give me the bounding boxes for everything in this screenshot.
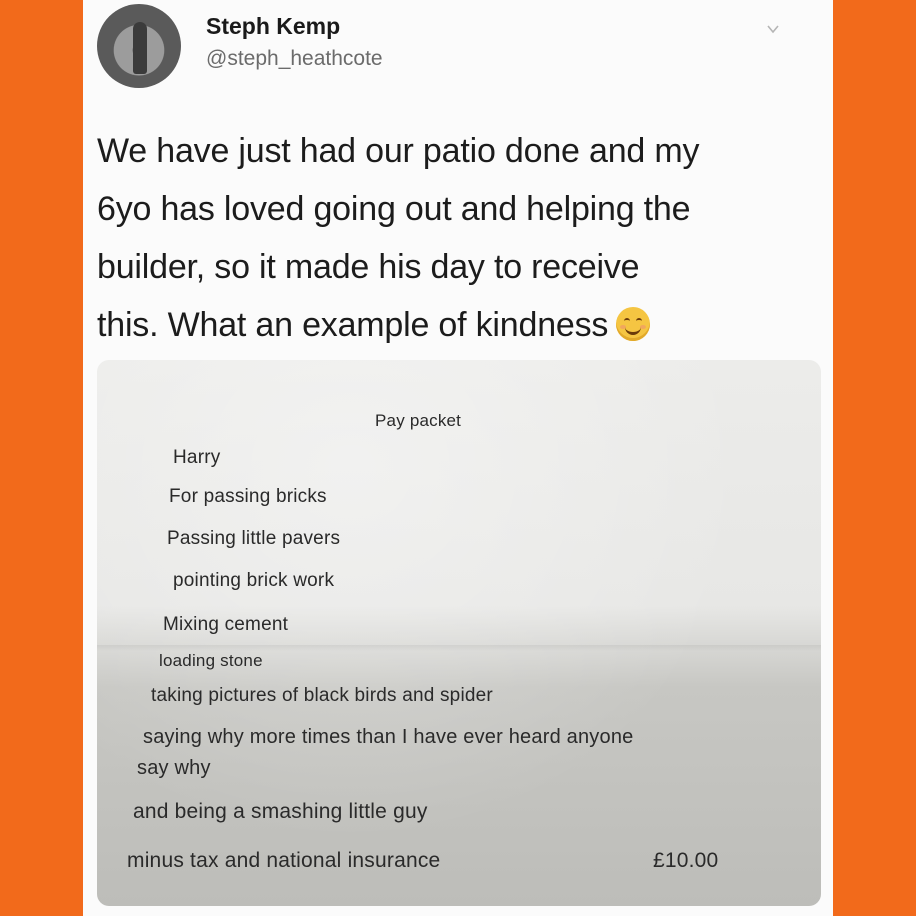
tweet-line-last: this. What an example of kindness [97,296,817,354]
note-line: minus tax and national insurance [127,849,441,872]
note-line: saying why more times than I have ever h… [143,726,634,748]
tweet-line: We have just had our patio done and my [97,132,700,170]
note-line: For passing bricks [169,486,327,507]
chevron-down-icon[interactable] [766,22,780,36]
note-amount: £10.00 [653,849,719,872]
note-line: pointing brick work [173,570,335,591]
tweet-line: builder, so it made his day to receive [97,248,640,286]
note-line: loading stone [159,651,263,670]
note-line: Harry [173,447,221,468]
note-line: Mixing cement [163,614,289,635]
tweet-line: 6yo has loved going out and helping the [97,190,691,228]
avatar-figure [133,22,147,74]
note-title: Pay packet [375,411,462,430]
note-line: say why [137,757,211,779]
author-name[interactable]: Steph Kemp [206,13,340,40]
smiling-face-emoji-icon [616,307,651,341]
tweet-text: We have just had our patio done and my 6… [97,122,817,354]
attached-photo[interactable]: Pay packet Harry For passing bricks Pass… [97,360,821,906]
tweet-card: Steph Kemp @steph_heathcote We have just… [83,0,833,916]
tweet-line-text: this. What an example of kindness [97,306,609,344]
note-line: and being a smashing little guy [133,800,428,823]
note-line: Passing little pavers [167,528,341,549]
author-handle[interactable]: @steph_heathcote [206,47,383,71]
note-line: taking pictures of black birds and spide… [151,685,493,706]
avatar[interactable] [97,4,181,88]
